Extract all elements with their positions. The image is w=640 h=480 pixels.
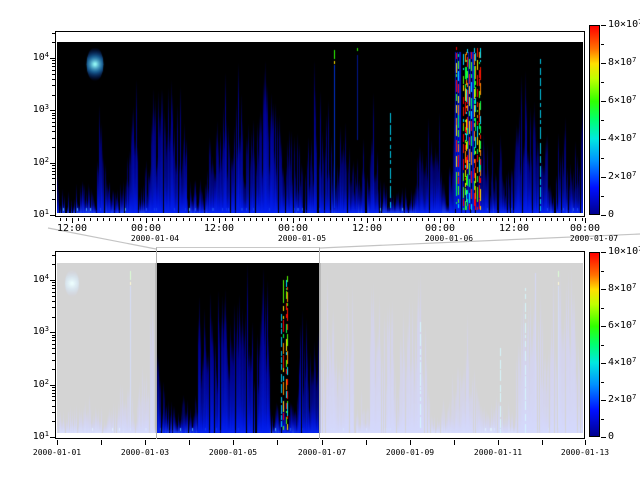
top-colorbar	[589, 25, 600, 215]
top-spectrogram-plot[interactable]	[57, 42, 583, 213]
top-spectrogram-axes	[55, 31, 585, 217]
zoom-region-highlight[interactable]	[156, 247, 320, 439]
zoom-connector-left	[48, 228, 156, 249]
overview-spectrogram-axes	[55, 251, 585, 439]
zoom-connector-right	[320, 234, 640, 248]
figure: 10110210310410110210310412:0000:002000-0…	[0, 0, 640, 480]
overview-colorbar	[589, 252, 600, 437]
overview-spectrogram-plot[interactable]	[57, 263, 583, 433]
